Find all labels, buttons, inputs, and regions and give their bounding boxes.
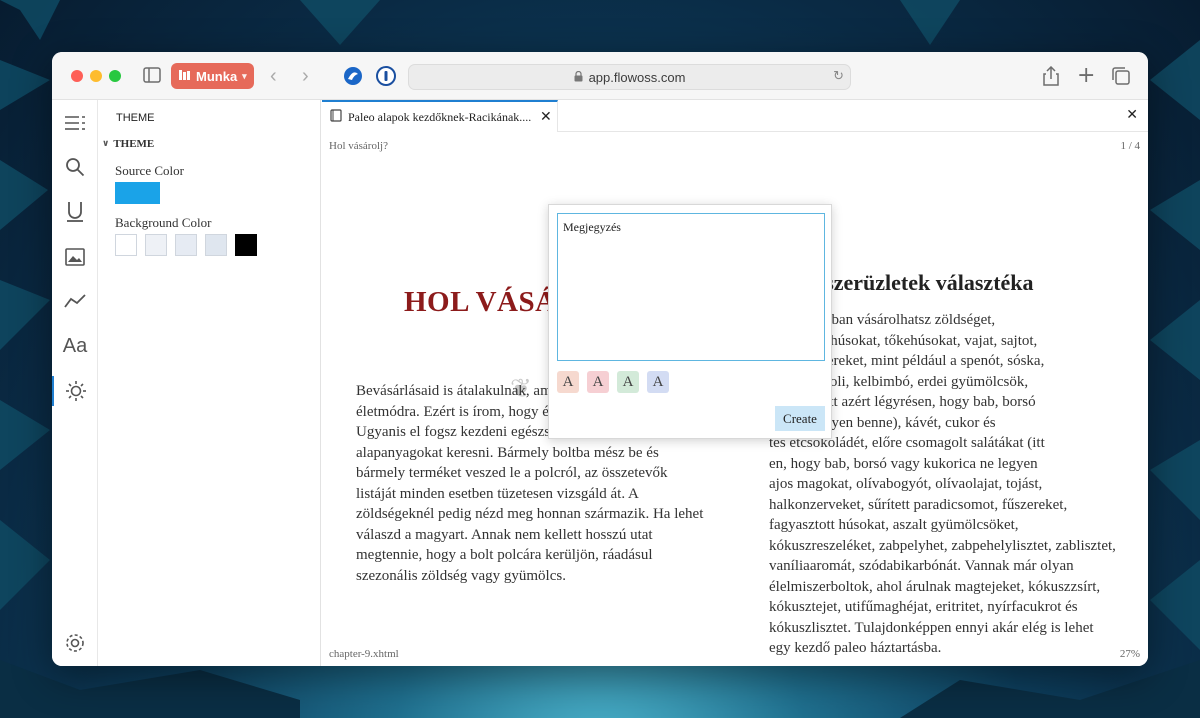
new-tab-icon[interactable]: + bbox=[1077, 65, 1095, 87]
book-icon bbox=[330, 108, 342, 126]
tab-book[interactable]: Paleo alapok kezdőknek-Racikának.... ✕ bbox=[322, 100, 558, 132]
sidebar-toggle-icon[interactable] bbox=[143, 67, 161, 87]
theme-icon[interactable] bbox=[52, 376, 98, 406]
timeline-icon[interactable] bbox=[52, 286, 98, 316]
close-pane-icon[interactable]: ✕ bbox=[1126, 107, 1138, 123]
profile-icon bbox=[178, 69, 191, 84]
theme-panel: THEME ∨ THEME Source Color Background Co… bbox=[98, 100, 321, 666]
search-icon[interactable] bbox=[52, 152, 98, 182]
create-button[interactable]: Create bbox=[775, 406, 825, 431]
background-swatch-light-2[interactable] bbox=[175, 234, 197, 256]
settings-gear-icon[interactable] bbox=[52, 628, 98, 658]
tab-label: Paleo alapok kezdőknek-Racikának.... bbox=[348, 109, 532, 124]
left-column-line: zöldségeknél pedig nézd meg honnan szárm… bbox=[356, 506, 704, 522]
icon-rail: Aa bbox=[52, 100, 98, 666]
toc-icon[interactable] bbox=[52, 108, 98, 138]
reload-icon[interactable]: ↻ bbox=[833, 69, 844, 84]
right-column-line: halkonzerveket, sűrített paradicsomot, f… bbox=[769, 496, 1068, 513]
right-column-line: ajos magokat, olívabogyót, olívaolajat, … bbox=[769, 476, 1043, 492]
theme-section-toggle[interactable]: ∨ THEME bbox=[102, 138, 154, 150]
section-title: THEME bbox=[113, 138, 155, 150]
extension-icon[interactable] bbox=[343, 66, 363, 90]
highlight-color-blue[interactable]: A bbox=[647, 371, 669, 393]
annotation-icon[interactable] bbox=[52, 197, 98, 227]
right-column-line: élelmiszerboltok, ahol árulnak magtejeke… bbox=[769, 578, 1101, 595]
left-column-line: megtennie, hogy a bolt polcára kerüljön,… bbox=[356, 547, 653, 563]
left-column-line: listáját minden esetben tüzetesen vizsgá… bbox=[356, 485, 639, 502]
chevron-down-icon: ∨ bbox=[102, 139, 110, 149]
close-window-button[interactable] bbox=[71, 70, 83, 82]
zoom-window-button[interactable] bbox=[109, 70, 121, 82]
background-swatch-light-3[interactable] bbox=[205, 234, 227, 256]
profile-button[interactable]: Munka ▾ bbox=[171, 63, 254, 89]
share-icon[interactable] bbox=[1043, 65, 1059, 90]
note-input[interactable] bbox=[557, 213, 825, 361]
highlight-color-green[interactable]: A bbox=[617, 371, 639, 393]
right-column-line: fagyasztott húsokat, aszalt gyümölcsöket… bbox=[769, 517, 1019, 533]
typography-icon[interactable]: Aa bbox=[52, 331, 98, 361]
profile-label: Munka bbox=[196, 68, 238, 84]
section-name: Hol vásárolj? bbox=[329, 140, 388, 152]
close-tab-icon[interactable]: ✕ bbox=[540, 109, 552, 125]
chapter-file: chapter-9.xhtml bbox=[329, 648, 399, 660]
browser-window: Munka ▾ ‹ › app.flowoss.com ↻ + Aa THEME… bbox=[52, 52, 1148, 666]
background-swatch-black[interactable] bbox=[235, 234, 257, 256]
source-color-label: Source Color bbox=[115, 163, 184, 178]
left-column-line: szezonális zöldség vagy gyümölcs. bbox=[356, 567, 566, 584]
highlight-color-red[interactable]: A bbox=[587, 371, 609, 393]
background-swatch-light-1[interactable] bbox=[145, 234, 167, 256]
image-icon[interactable] bbox=[52, 242, 98, 272]
minimize-window-button[interactable] bbox=[90, 70, 102, 82]
tab-overview-icon[interactable] bbox=[1112, 67, 1130, 89]
page-indicator: 1 / 4 bbox=[1120, 140, 1140, 152]
panel-title: THEME bbox=[116, 112, 155, 124]
chevron-down-icon: ▾ bbox=[242, 70, 247, 81]
app-body: Aa THEME ∨ THEME Source Color Background… bbox=[52, 100, 1148, 666]
title-bar: Munka ▾ ‹ › app.flowoss.com ↻ + bbox=[52, 52, 1148, 100]
left-column-line: válaszd a magyart. Annak nem kellett hos… bbox=[356, 526, 653, 543]
right-column-line: kókuszlisztet. Tulajdonképpen ennyi akár… bbox=[769, 619, 1094, 636]
right-column-line: egy kezdő paleo háztartásba. bbox=[769, 640, 942, 656]
chapter-title: HOL VÁSÁ bbox=[404, 286, 557, 318]
url-text: app.flowoss.com bbox=[588, 69, 686, 85]
progress-percent: 27% bbox=[1119, 648, 1140, 660]
tab-bar: Paleo alapok kezdőknek-Racikának.... ✕ ✕ bbox=[322, 100, 1148, 132]
left-column-line: alapanyagokat keresni. Bármely boltba mé… bbox=[356, 444, 659, 461]
right-column-line: en, hogy bab, borsó vagy kukorica ne leg… bbox=[769, 455, 1038, 472]
background-swatch-white[interactable] bbox=[115, 234, 137, 256]
right-column-line: vaníliaaromát, szódabikarbónát. Vannak m… bbox=[769, 558, 1074, 574]
annotation-popup: A A A A Create bbox=[548, 204, 832, 439]
highlight-color-orange[interactable]: A bbox=[557, 371, 579, 393]
left-column-line: bármely terméket veszed le a polcról, az… bbox=[356, 465, 668, 481]
right-column-line: kókuszreszeléket, zabpelyhet, zabpehelyl… bbox=[769, 537, 1116, 554]
password-manager-icon[interactable] bbox=[376, 66, 396, 90]
lock-icon bbox=[574, 70, 583, 85]
source-color-swatch[interactable] bbox=[115, 182, 160, 204]
right-column-line: kókusztejet, utifűmaghéjat, eritritet, n… bbox=[769, 599, 1078, 615]
background-color-label: Background Color bbox=[115, 215, 212, 230]
reader-pane: Paleo alapok kezdőknek-Racikának.... ✕ ✕… bbox=[322, 100, 1148, 666]
address-bar[interactable]: app.flowoss.com ↻ bbox=[408, 64, 851, 90]
back-icon[interactable]: ‹ bbox=[270, 66, 277, 86]
forward-icon[interactable]: › bbox=[302, 66, 309, 86]
